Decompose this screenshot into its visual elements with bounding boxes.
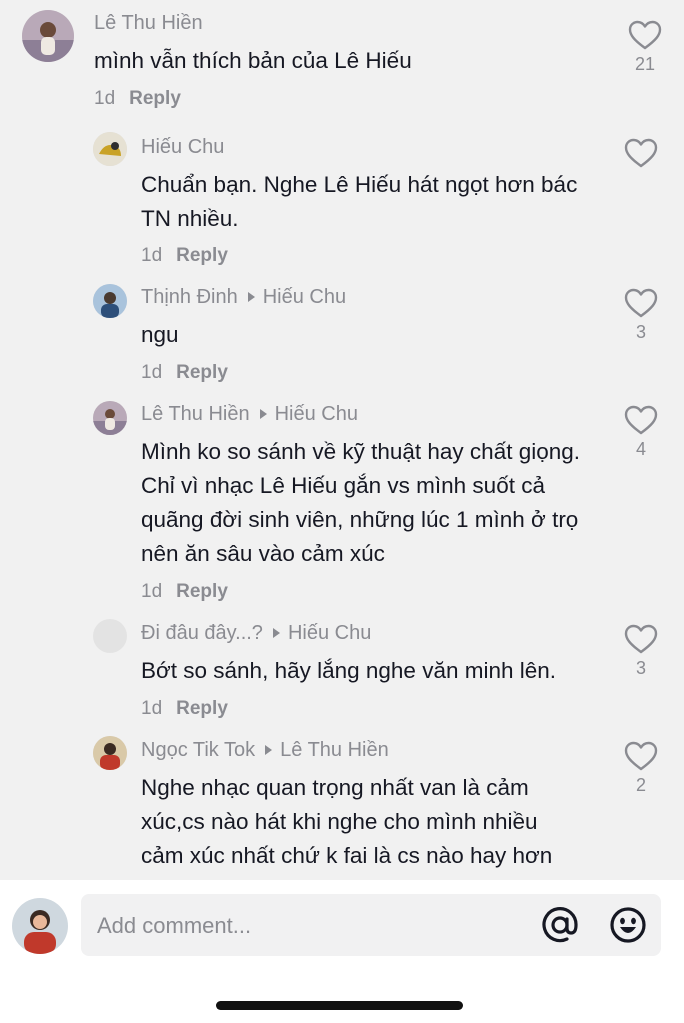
comment-composer: [0, 880, 684, 1023]
comment-author[interactable]: Ngọc Tik Tok Lê Thu Hiền: [141, 739, 389, 762]
like-count: 3: [635, 322, 646, 342]
comment-meta: 1d Reply: [141, 698, 228, 720]
avatar[interactable]: [93, 401, 127, 435]
comment-author[interactable]: Đi đâu đây...? Hiếu Chu: [141, 622, 371, 645]
author-name[interactable]: Lê Thu Hiền: [94, 12, 203, 34]
comment-author[interactable]: Hiếu Chu: [141, 136, 224, 159]
reply-arrow-icon: [272, 628, 280, 638]
reply-to-name[interactable]: Hiếu Chu: [263, 286, 346, 308]
avatar[interactable]: [93, 619, 127, 653]
author-name[interactable]: Hiếu Chu: [141, 136, 224, 158]
avatar[interactable]: [22, 10, 74, 62]
like-count: 2: [635, 775, 646, 795]
reply-button[interactable]: Reply: [176, 698, 228, 719]
like-button[interactable]: 3: [621, 288, 661, 343]
comment-time: 1d: [141, 362, 163, 383]
comment-author[interactable]: Lê Thu Hiền: [94, 12, 203, 35]
comment-text: Bớt so sánh, hãy lắng nghe văn minh lên.: [141, 658, 557, 683]
avatar[interactable]: [93, 132, 127, 166]
smiley-face-icon: [610, 907, 646, 943]
comment-meta: 1d Reply: [94, 88, 181, 110]
emoji-button[interactable]: [609, 906, 647, 944]
like-button[interactable]: 3: [621, 624, 661, 679]
reply-button[interactable]: Reply: [176, 245, 228, 266]
comment-author[interactable]: Lê Thu Hiền Hiếu Chu: [141, 403, 358, 426]
author-name[interactable]: Thịnh Đinh: [141, 286, 238, 308]
comment-time: 1d: [141, 698, 163, 719]
like-button[interactable]: 21: [625, 20, 665, 75]
comment-time: 1d: [141, 581, 163, 602]
like-button[interactable]: [621, 138, 661, 172]
avatar[interactable]: [12, 898, 68, 954]
heart-outline-icon: [624, 624, 658, 654]
reply-arrow-icon: [265, 745, 273, 755]
heart-outline-icon: [624, 288, 658, 318]
heart-outline-icon: [624, 405, 658, 435]
comment-meta: 1d Reply: [141, 245, 228, 267]
author-name[interactable]: Ngọc Tik Tok: [141, 739, 255, 761]
like-button[interactable]: 2: [621, 741, 661, 796]
comment-text: ngu: [141, 322, 179, 347]
like-button[interactable]: 4: [621, 405, 661, 460]
comment-text: Chuẩn bạn. Nghe Lê Hiếu hát ngọt hơn bác…: [141, 172, 578, 231]
avatar[interactable]: [93, 736, 127, 770]
comment-input-box[interactable]: [81, 894, 661, 958]
like-count: 21: [634, 54, 656, 74]
like-count: 4: [635, 439, 646, 459]
heart-outline-icon: [624, 138, 658, 168]
comment-list: Lê Thu Hiền mình vẫn thích bản của Lê Hi…: [0, 0, 684, 880]
comment-meta: 1d Reply: [141, 362, 228, 384]
reply-button[interactable]: Reply: [176, 581, 228, 602]
comment-author[interactable]: Thịnh Đinh Hiếu Chu: [141, 286, 346, 309]
comment-text: mình vẫn thích bản của Lê Hiếu: [94, 48, 412, 73]
author-name[interactable]: Lê Thu Hiền: [141, 403, 250, 425]
comment-time: 1d: [141, 245, 163, 266]
reply-to-name[interactable]: Hiếu Chu: [288, 622, 371, 644]
avatar[interactable]: [93, 284, 127, 318]
comment-text: Nghe nhạc quan trọng nhất van là cảm xúc…: [141, 775, 553, 868]
heart-outline-icon: [624, 741, 658, 771]
comment-input[interactable]: [95, 894, 539, 958]
heart-outline-icon: [628, 20, 662, 50]
reply-button[interactable]: Reply: [129, 88, 181, 109]
comment-meta: 1d Reply: [141, 581, 228, 603]
reply-to-name[interactable]: Lê Thu Hiền: [280, 739, 389, 761]
like-count: 3: [635, 658, 646, 678]
reply-arrow-icon: [259, 409, 267, 419]
at-sign-icon: [542, 907, 578, 943]
reply-arrow-icon: [247, 292, 255, 302]
reply-button[interactable]: Reply: [176, 362, 228, 383]
mention-button[interactable]: [541, 906, 579, 944]
home-indicator[interactable]: [216, 1001, 463, 1010]
comment-text: Mình ko so sánh về kỹ thuật hay chất giọ…: [141, 439, 581, 566]
author-name[interactable]: Đi đâu đây...?: [141, 622, 263, 644]
reply-to-name[interactable]: Hiếu Chu: [275, 403, 358, 425]
comment-time: 1d: [94, 88, 116, 109]
